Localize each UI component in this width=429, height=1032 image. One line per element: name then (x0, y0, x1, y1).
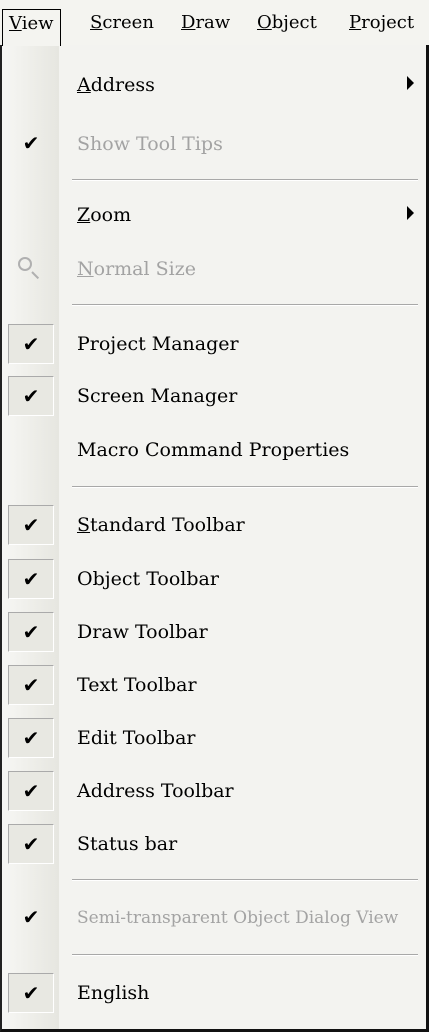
menu-draw[interactable]: Draw (175, 9, 236, 37)
check-icon: ✔ (8, 824, 54, 864)
menu-item-status-bar[interactable]: ✔ Status bar (2, 820, 426, 868)
menu-item-text-toolbar[interactable]: ✔ Text Toolbar (2, 661, 426, 709)
check-icon: ✔ (8, 771, 54, 811)
view-dropdown-menu: Address ✔ Show Tool Tips Zoom Normal Siz… (0, 45, 429, 1032)
separator (72, 879, 418, 881)
separator (72, 179, 418, 181)
menu-view[interactable]: View (2, 9, 61, 46)
check-icon: ✔ (8, 973, 54, 1013)
check-icon: ✔ (8, 559, 54, 599)
check-icon: ✔ (8, 376, 54, 416)
check-icon: ✔ (8, 612, 54, 652)
menu-item-label: Standard Toolbar (77, 514, 245, 536)
menu-item-draw-toolbar[interactable]: ✔ Draw Toolbar (2, 608, 426, 656)
menu-item-label: Text Toolbar (77, 674, 197, 696)
menu-item-normal-size[interactable]: Normal Size (2, 245, 426, 293)
menu-item-label: Show Tool Tips (77, 133, 223, 155)
menu-object[interactable]: Object (251, 9, 323, 37)
menu-item-label: Edit Toolbar (77, 727, 196, 749)
check-icon: ✔ (22, 905, 40, 929)
menu-item-english[interactable]: ✔ English (2, 969, 426, 1017)
menu-item-label: English (77, 982, 150, 1004)
menu-item-label: Macro Command Properties (77, 439, 350, 461)
submenu-arrow-icon (407, 206, 414, 220)
menu-item-label: Status bar (77, 833, 178, 855)
menu-item-label: Address (77, 74, 155, 96)
separator (72, 954, 418, 956)
check-icon: ✔ (8, 665, 54, 705)
menu-item-zoom[interactable]: Zoom (2, 191, 426, 239)
menu-item-project-manager[interactable]: ✔ Project Manager (2, 320, 426, 368)
menu-project[interactable]: Project (343, 9, 420, 37)
menu-item-semi-transparent-object-dialog-view[interactable]: ✔ Semi-transparent Object Dialog View (2, 894, 426, 942)
menu-item-label: Project Manager (77, 333, 239, 355)
menu-bar: View Screen Draw Object Project (0, 0, 429, 46)
separator (72, 486, 418, 488)
menu-item-address-toolbar[interactable]: ✔ Address Toolbar (2, 767, 426, 815)
menu-screen[interactable]: Screen (84, 9, 160, 37)
menu-item-label: Address Toolbar (77, 780, 234, 802)
menu-item-label: Semi-transparent Object Dialog View (77, 908, 399, 928)
submenu-arrow-icon (407, 76, 414, 90)
menu-item-label: Draw Toolbar (77, 621, 208, 643)
check-icon: ✔ (22, 131, 40, 155)
menu-item-address[interactable]: Address (2, 61, 426, 109)
menu-item-label: Normal Size (77, 258, 196, 280)
menu-item-object-toolbar[interactable]: ✔ Object Toolbar (2, 555, 426, 603)
menu-item-label: Screen Manager (77, 385, 238, 407)
menu-item-standard-toolbar[interactable]: ✔ Standard Toolbar (2, 501, 426, 549)
check-icon: ✔ (8, 718, 54, 758)
menu-item-edit-toolbar[interactable]: ✔ Edit Toolbar (2, 714, 426, 762)
menu-item-show-tool-tips[interactable]: ✔ Show Tool Tips (2, 120, 426, 168)
menu-item-screen-manager[interactable]: ✔ Screen Manager (2, 372, 426, 420)
separator (72, 304, 418, 306)
magnifier-icon (18, 257, 32, 271)
menu-item-macro-command-properties[interactable]: Macro Command Properties (2, 426, 426, 474)
menu-view-rest: iew (21, 13, 54, 34)
menu-item-label: Zoom (77, 204, 132, 226)
check-icon: ✔ (8, 324, 54, 364)
menu-item-label: Object Toolbar (77, 568, 219, 590)
check-icon: ✔ (8, 505, 54, 545)
